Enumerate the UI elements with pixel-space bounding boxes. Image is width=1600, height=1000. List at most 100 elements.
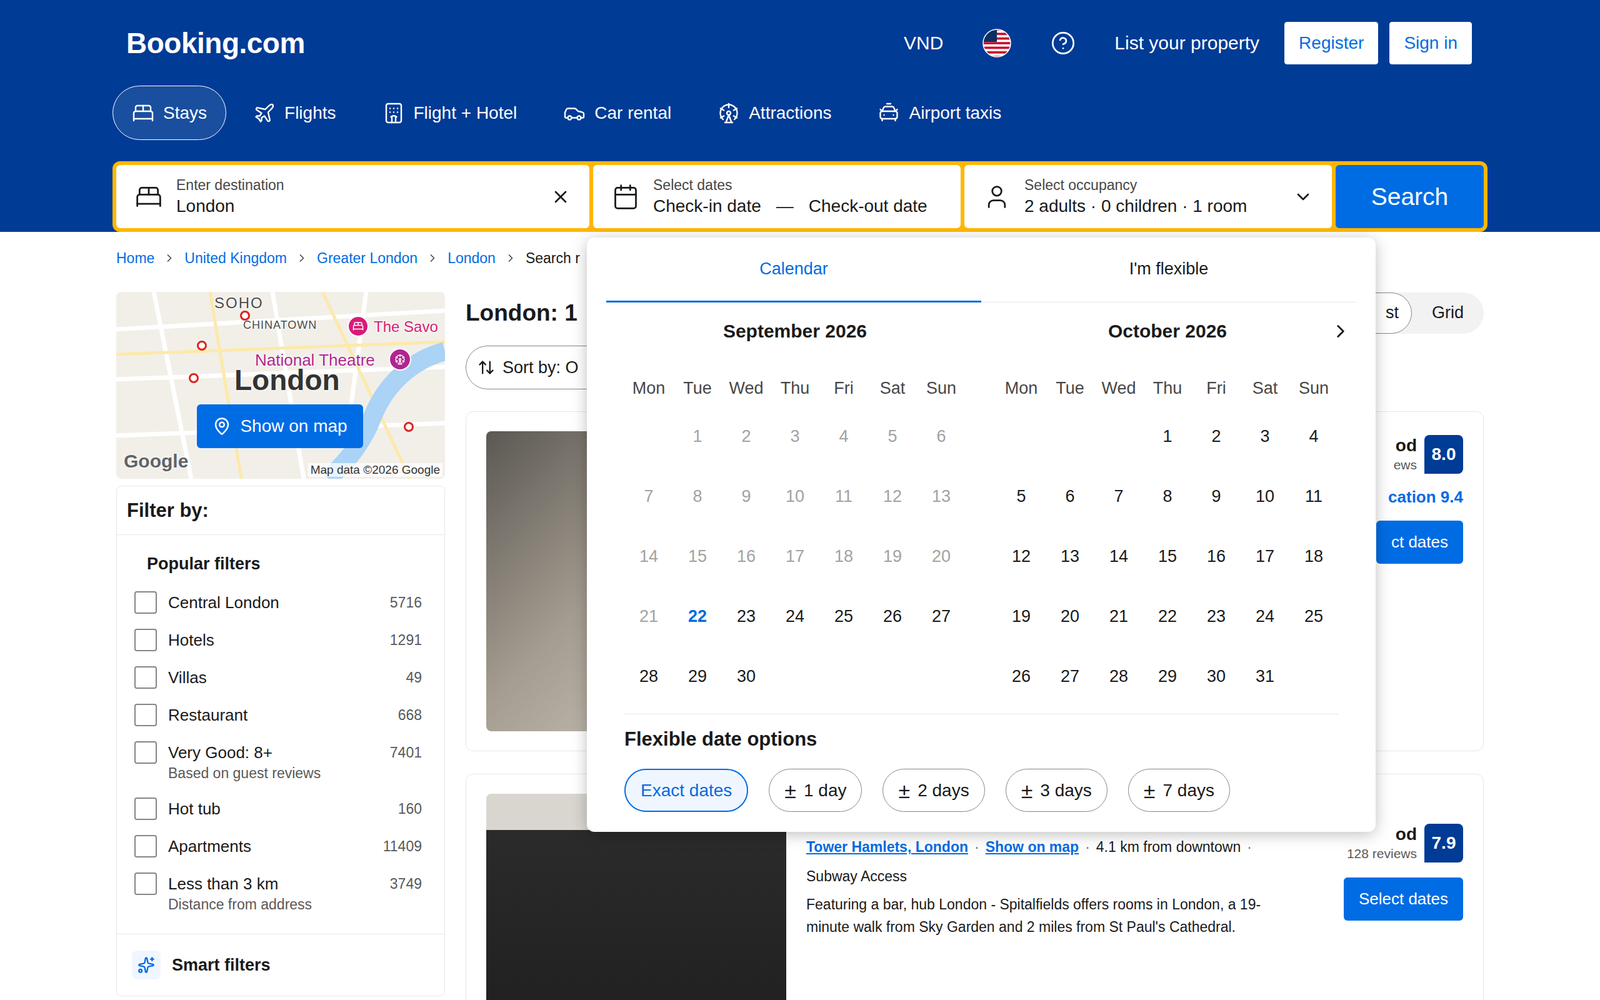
day-cell[interactable]: 23 <box>721 586 771 647</box>
day-cell[interactable]: 29 <box>673 646 722 707</box>
day-cell[interactable]: 2 <box>1191 406 1241 467</box>
day-cell[interactable]: 20 <box>1045 586 1095 647</box>
day-cell[interactable]: 28 <box>1094 646 1144 707</box>
day-cell[interactable]: 27 <box>1045 646 1095 707</box>
nav-item[interactable]: Flights <box>233 85 355 140</box>
dates-field[interactable]: Select datesCheck-in date—Check-out date <box>593 165 961 229</box>
date-picker-tab[interactable]: Calendar <box>606 237 982 303</box>
day-cell[interactable]: 6 <box>1045 466 1095 527</box>
list-property-link[interactable]: List your property <box>1100 32 1274 54</box>
filter-row[interactable]: Less than 3 kmDistance from address3749 <box>134 865 422 922</box>
nav-item[interactable]: Attractions <box>698 85 851 140</box>
checkbox[interactable] <box>134 666 157 689</box>
day-cell[interactable]: 10 <box>1240 466 1290 527</box>
day-cell[interactable]: 13 <box>1045 526 1095 587</box>
sign-in-button[interactable]: Sign in <box>1389 21 1472 65</box>
show-on-map-link[interactable]: Show on map <box>985 838 1080 856</box>
day-cell[interactable]: 30 <box>721 646 771 707</box>
chevron-right-icon <box>295 251 309 265</box>
day-cell[interactable]: 7 <box>1094 466 1144 527</box>
search-button[interactable]: Search <box>1335 165 1484 229</box>
day-cell[interactable]: 24 <box>770 586 820 647</box>
filter-row[interactable]: Apartments11409 <box>134 827 422 865</box>
day-cell[interactable]: 19 <box>996 586 1046 647</box>
day-cell[interactable]: 23 <box>1191 586 1241 647</box>
day-cell[interactable]: 18 <box>1289 526 1339 587</box>
breadcrumb-item[interactable]: Home <box>116 250 155 267</box>
occupancy-field[interactable]: Select occupancy2 adults · 0 children · … <box>964 165 1332 229</box>
day-cell[interactable]: 31 <box>1240 646 1290 707</box>
day-cell[interactable]: 8 <box>1143 466 1192 527</box>
day-cell[interactable]: 26 <box>996 646 1046 707</box>
booking-logo[interactable]: Booking.com <box>126 26 305 60</box>
day-cell[interactable]: 9 <box>1191 466 1241 527</box>
day-cell[interactable]: 22 <box>673 586 722 647</box>
day-cell[interactable]: 12 <box>996 526 1046 587</box>
select-dates-button[interactable]: Select dates <box>1343 877 1464 921</box>
filter-row[interactable]: Central London5716 <box>134 583 422 622</box>
day-cell[interactable]: 22 <box>1143 586 1192 647</box>
location-link[interactable]: Tower Hamlets, London <box>806 838 969 856</box>
day-cell[interactable]: 27 <box>916 586 966 647</box>
day-cell[interactable]: 16 <box>1191 526 1241 587</box>
day-cell[interactable]: 17 <box>1240 526 1290 587</box>
nav-item[interactable]: Car rental <box>543 85 691 140</box>
day-cell: 10 <box>770 466 820 527</box>
day-cell[interactable]: 29 <box>1143 646 1192 707</box>
checkbox[interactable] <box>134 797 157 820</box>
day-cell[interactable]: 1 <box>1143 406 1192 467</box>
checkbox[interactable] <box>134 835 157 858</box>
day-cell[interactable]: 21 <box>1094 586 1144 647</box>
clear-icon[interactable] <box>550 186 571 207</box>
day-cell[interactable]: 26 <box>868 586 917 647</box>
destination-field[interactable]: Enter destinationLondon <box>116 165 590 229</box>
us-flag-icon[interactable] <box>981 28 1012 59</box>
map-preview[interactable]: SOHOCHINATOWNThe SavoNational TheatreLon… <box>116 291 445 479</box>
filter-row[interactable]: Villas49 <box>134 658 422 697</box>
flex-chip[interactable]: ±1 day <box>768 768 862 812</box>
day-cell[interactable]: 28 <box>624 646 674 707</box>
map-pin-icon[interactable] <box>388 348 412 371</box>
currency-button[interactable]: VND <box>890 32 957 54</box>
flex-chip[interactable]: ±2 days <box>882 768 985 812</box>
flex-chip[interactable]: ±3 days <box>1005 768 1108 812</box>
day-cell[interactable]: 15 <box>1143 526 1192 587</box>
view-option[interactable]: Grid <box>1411 292 1484 334</box>
day-cell[interactable]: 14 <box>1094 526 1144 587</box>
filter-row[interactable]: Hot tub160 <box>134 790 422 828</box>
filter-row[interactable]: Hotels1291 <box>134 621 422 659</box>
nav-item[interactable]: Airport taxis <box>858 85 1021 140</box>
day-cell[interactable]: 11 <box>1289 466 1339 527</box>
breadcrumb-item[interactable]: Greater London <box>316 250 418 267</box>
map-place-label[interactable]: The Savo <box>373 318 439 336</box>
date-picker-tab[interactable]: I'm flexible <box>981 237 1357 303</box>
smart-filters[interactable]: Smart filters <box>116 933 445 996</box>
help-button[interactable] <box>1036 30 1090 56</box>
map-pin-icon[interactable] <box>347 315 369 337</box>
day-cell[interactable]: 5 <box>996 466 1046 527</box>
checkbox[interactable] <box>134 628 157 652</box>
nav-item[interactable]: Flight + Hotel <box>363 85 537 140</box>
checkbox[interactable] <box>134 872 157 895</box>
register-button[interactable]: Register <box>1284 21 1379 65</box>
checkbox[interactable] <box>134 591 157 614</box>
day-cell[interactable]: 25 <box>1289 586 1339 647</box>
day-cell[interactable]: 24 <box>1240 586 1290 647</box>
day-cell[interactable]: 25 <box>819 586 869 647</box>
language-button[interactable] <box>968 28 1026 59</box>
flex-chip[interactable]: ±7 days <box>1128 768 1230 812</box>
select-dates-button[interactable]: ct dates <box>1376 520 1464 564</box>
breadcrumb-item[interactable]: United Kingdom <box>184 250 287 267</box>
day-cell[interactable]: 30 <box>1191 646 1241 707</box>
filter-row[interactable]: Very Good: 8+Based on guest reviews7401 <box>134 733 422 790</box>
show-on-map-button[interactable]: Show on map <box>196 404 364 449</box>
checkbox[interactable] <box>134 703 157 727</box>
day-cell[interactable]: 4 <box>1289 406 1339 467</box>
filter-row[interactable]: Restaurant668 <box>134 696 422 734</box>
checkbox[interactable] <box>134 741 157 764</box>
day-cell[interactable]: 3 <box>1240 406 1290 467</box>
next-month-button[interactable] <box>1329 320 1352 343</box>
nav-item[interactable]: Stays <box>112 85 227 140</box>
breadcrumb-item[interactable]: London <box>447 250 496 267</box>
flex-chip[interactable]: Exact dates <box>624 768 749 812</box>
